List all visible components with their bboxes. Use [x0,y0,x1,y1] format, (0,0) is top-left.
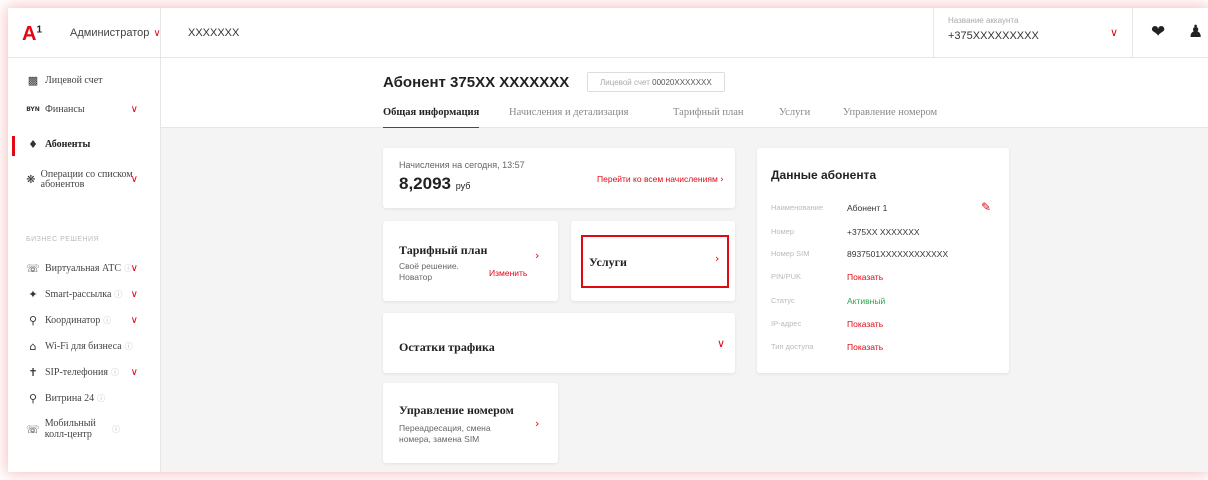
info-icon[interactable]: ⓘ [111,367,119,378]
tab-charges[interactable]: Начисления и детализация [509,107,628,118]
sidebar-item-ledger[interactable]: ▩ Лицевой счет [8,74,160,87]
chevron-down-icon: ∨ [717,337,726,350]
chevron-right-icon: › [720,175,724,185]
chevron-down-icon: ∨ [130,174,138,185]
a1-logo[interactable]: A1 [22,23,42,46]
sidebar-item-label: Wi-Fi для бизнеса [45,341,122,352]
chevron-down-icon: ∨ [1109,27,1118,39]
role-selector[interactable]: Администратор ∨ [70,27,161,39]
info-icon[interactable]: ⓘ [125,341,133,352]
sip-icon: ✝ [28,366,38,379]
chevron-down-icon: ∨ [130,315,138,326]
chevron-right-icon: › [715,252,720,265]
account-name: XXXXXXX [188,27,240,39]
section-label: БИЗНЕС РЕШЕНИЯ [26,236,100,243]
byn-icon: BYN [26,106,40,113]
sidebar-item-label: Виртуальная АТС [45,263,122,274]
tariff-name: Своё решение. Новатор [399,261,459,282]
edit-pencil-icon[interactable]: ✎ [981,200,991,214]
sidebar-item-smart[interactable]: ✦ Smart-рассылка ⓘ ∨ [8,288,160,301]
chevron-down-icon: ∨ [130,263,138,274]
page-header: Абонент 375XX XXXXXXX Лицевой счет 00020… [161,58,1208,129]
user-icon[interactable]: ♟ [1188,22,1203,42]
account-selector-label: Название аккаунта [948,16,1019,25]
sidebar-item-subscribers[interactable]: ♦ Абоненты [8,136,160,156]
license-value: 00020XXXXXXX [652,78,712,87]
top-bar: A1 Администратор ∨ XXXXXXX Название аккау… [8,8,1208,58]
chevron-right-icon: › [535,249,540,262]
tab-number-management[interactable]: Управление номером [843,107,937,118]
change-tariff-link[interactable]: Изменить [489,268,527,278]
charges-amount: 8,2093 руб [399,174,471,193]
sidebar-item-wifi[interactable]: ⌂ Wi-Fi для бизнеса ⓘ [8,340,160,353]
services-title: Услуги [589,255,627,269]
show-ip-link[interactable]: Показать [847,319,883,329]
chevron-right-icon: › [535,417,540,430]
sidebar-item-label: Финансы [45,104,85,115]
all-charges-link[interactable]: Перейти ко всем начислениям › [597,174,724,185]
info-icon[interactable]: ⓘ [97,393,105,404]
number-management-card[interactable]: Управление номером Переадресация, смена … [383,383,558,463]
showcase-icon: ⚲ [28,392,38,405]
services-card[interactable]: Услуги › [571,221,735,301]
sidebar-item-label: Лицевой счет [45,75,103,86]
coordinator-icon: ⚲ [28,314,38,327]
status-value: Активный [847,296,886,306]
charges-card: Начисления на сегодня, 13:57 8,2093 руб … [383,148,735,208]
sidebar-item-sip[interactable]: ✝ SIP-телефония ⓘ ∨ [8,366,160,379]
sidebar-item-callcenter[interactable]: ☏ Мобильный колл-центр ⓘ [8,418,120,440]
number-management-desc: Переадресация, смена номера, замена SIM [399,423,491,444]
account-selector-value: +375XXXXXXXXX [948,30,1039,42]
tab-tariff[interactable]: Тарифный план [673,107,744,118]
ledger-icon: ▩ [27,74,39,87]
tariff-title: Тарифный план [399,243,488,257]
license-account-badge: Лицевой счет 00020XXXXXXX [587,72,725,92]
traffic-title: Остатки трафика [399,340,495,354]
callcenter-icon: ☏ [26,422,40,436]
page-title: Абонент 375XX XXXXXXX [383,74,570,91]
info-icon[interactable]: ⓘ [112,424,120,435]
sidebar-item-coordinator[interactable]: ⚲ Координатор ⓘ ∨ [8,314,160,327]
divider [160,8,161,58]
sidebar-item-label: Smart-рассылка [45,289,112,300]
info-icon[interactable]: ⓘ [114,289,122,300]
wifi-icon: ⌂ [29,340,37,353]
role-label: Администратор [70,27,150,39]
app-window: A1 Администратор ∨ XXXXXXX Название аккау… [8,8,1208,472]
broadcast-icon: ✦ [28,288,38,301]
traffic-card[interactable]: Остатки трафика ∨ [383,313,735,373]
sidebar-item-pbx[interactable]: ☏ Виртуальная АТС ⓘ ∨ [8,262,160,275]
sidebar-item-showcase[interactable]: ⚲ Витрина 24 ⓘ [8,392,160,405]
chevron-down-icon: ∨ [130,367,138,378]
number-management-title: Управление номером [399,403,514,417]
tab-services[interactable]: Услуги [779,107,810,118]
sidebar-item-finance[interactable]: BYN Финансы ∨ [8,104,160,115]
tariff-card[interactable]: Тарифный план Своё решение. Новатор Изме… [383,221,558,301]
sidebar-item-label: Мобильный колл-центр [44,418,96,440]
charges-label: Начисления на сегодня, 13:57 [399,160,525,170]
tab-general[interactable]: Общая информация [383,107,480,129]
chevron-down-icon: ∨ [130,289,138,300]
content-area: Начисления на сегодня, 13:57 8,2093 руб … [161,128,1208,472]
subscriber-data-title: Данные абонента [771,168,877,182]
license-label: Лицевой счет [600,78,650,87]
pbx-icon: ☏ [26,262,40,275]
subscriber-data-card: Данные абонента Наименование Абонент 1 ✎ … [757,148,1009,373]
show-pin-puk-link[interactable]: Показать [847,272,883,282]
sidebar-item-label: Абоненты [45,139,91,150]
info-icon[interactable]: ⓘ [103,315,111,326]
operations-icon: ❋ [26,173,36,186]
sidebar-item-label: Операции со списком абонентов [40,169,133,190]
chat-icon[interactable]: ❤ [1151,22,1165,42]
sidebar-item-label: Координатор [45,315,101,326]
account-selector[interactable]: Название аккаунта +375XXXXXXXXX ∨ [933,8,1133,58]
chevron-down-icon: ∨ [130,104,138,115]
users-icon: ♦ [28,138,38,151]
sidebar-item-label: Витрина 24 [45,393,95,404]
show-access-type-link[interactable]: Показать [847,342,883,352]
sidebar-item-operations[interactable]: ❋ Операции со списком абонентов ∨ [8,169,138,190]
sidebar: ▩ Лицевой счет BYN Финансы ∨ ♦ Абоненты … [8,58,161,472]
sidebar-item-label: SIP-телефония [45,367,108,378]
